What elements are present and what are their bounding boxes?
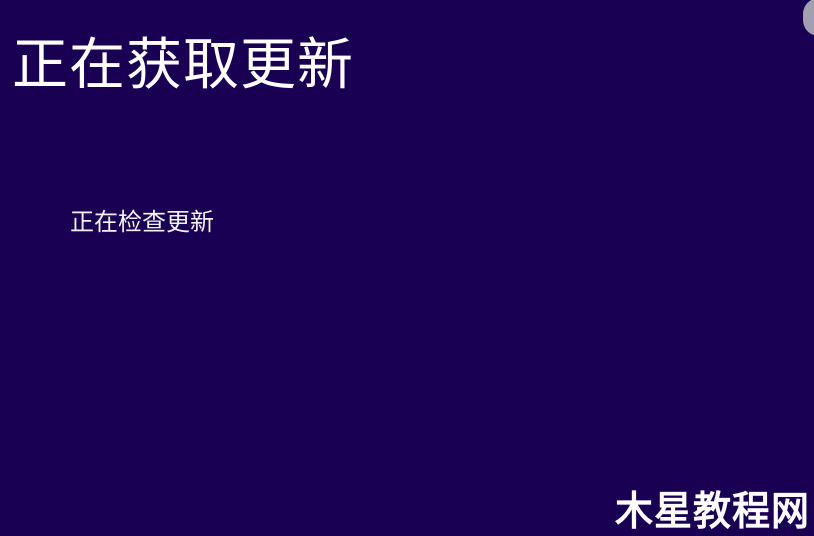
window-corner-button[interactable] bbox=[803, 0, 814, 36]
update-status-text: 正在检查更新 bbox=[70, 208, 214, 236]
page-title: 正在获取更新 bbox=[12, 33, 354, 98]
site-watermark: 木星教程网 bbox=[614, 487, 810, 534]
